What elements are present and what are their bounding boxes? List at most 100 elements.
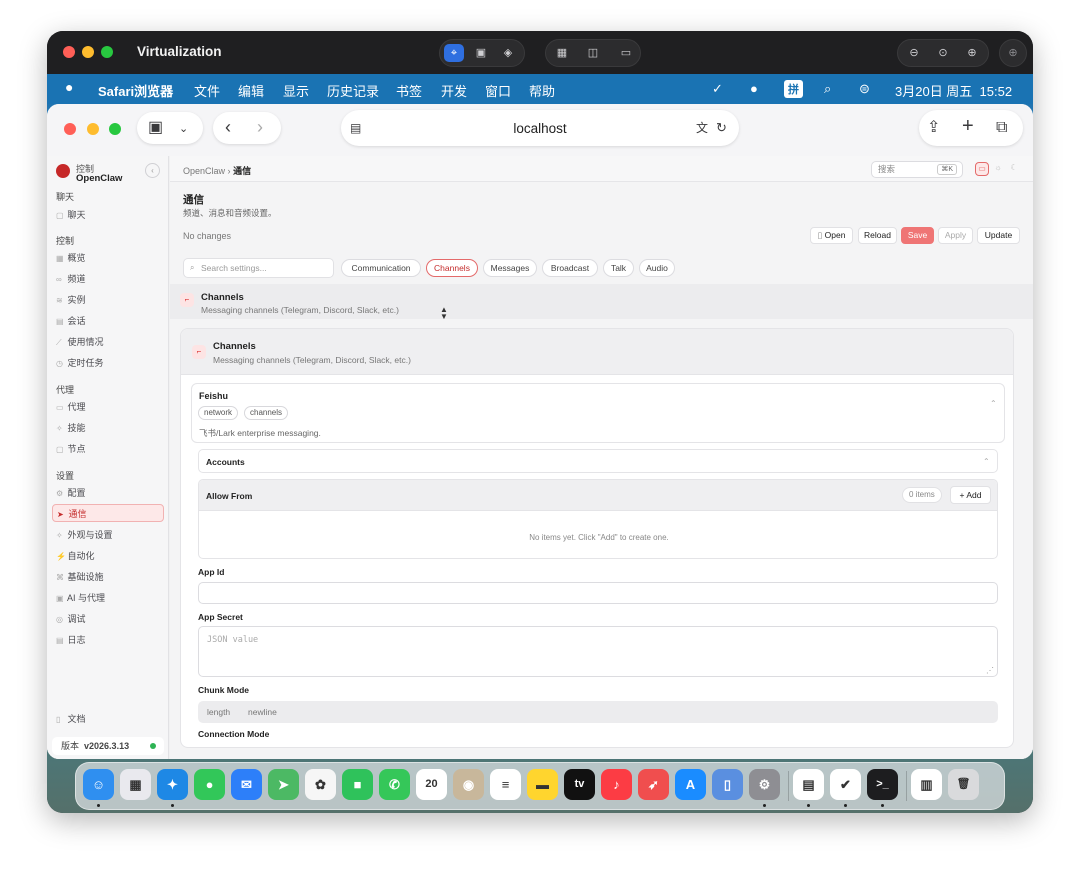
apply-button[interactable]: Apply	[938, 227, 973, 244]
update-button[interactable]: Update	[977, 227, 1020, 244]
app-secret-textarea[interactable]: JSON value ⋰	[198, 626, 998, 677]
input-method-icon[interactable]: 拼	[784, 80, 803, 98]
share-icon[interactable]: ⇪	[927, 120, 940, 136]
launchpad-icon[interactable]: ▦	[120, 769, 151, 800]
tabs-overview-icon[interactable]: ⧉	[996, 120, 1007, 136]
rocket-icon[interactable]: ➶	[638, 769, 669, 800]
zoom-out-icon[interactable]: ⊖	[904, 44, 924, 62]
address-bar[interactable]: ▤ localhost 文 ↻	[341, 110, 739, 146]
zoom-actual-icon[interactable]: ⊙	[933, 44, 953, 62]
sheet-icon[interactable]: ▤	[793, 769, 824, 800]
tab-broadcast[interactable]: Broadcast	[542, 259, 598, 277]
menu-bookmarks[interactable]: 书签	[396, 81, 422, 100]
theme-system-icon[interactable]: ▭	[975, 162, 989, 176]
minimize-button[interactable]	[82, 46, 94, 58]
sidebar-icon[interactable]: ▣	[148, 120, 163, 136]
clock-text[interactable]: 3月20日 周五 15:52	[895, 81, 1012, 100]
tv-icon[interactable]: tv	[564, 769, 595, 800]
menu-view[interactable]: 显示	[283, 81, 309, 100]
close-button[interactable]	[63, 46, 75, 58]
sidebar-item-skills[interactable]: ✧ 技能	[52, 419, 164, 437]
menu-window[interactable]: 窗口	[485, 81, 511, 100]
sidebar-item-instances[interactable]: ≋ 实例	[52, 291, 164, 309]
sidebar-item-communication[interactable]: ➤ 通信	[52, 504, 164, 522]
chunk-mode-length[interactable]: length	[207, 707, 230, 717]
preview-icon[interactable]: ▯	[712, 769, 743, 800]
grid-icon[interactable]: ▦	[552, 44, 572, 62]
phone-icon[interactable]: ✆	[379, 769, 410, 800]
resize-handle-icon[interactable]: ⋰	[986, 666, 994, 675]
sidebar-item-debug[interactable]: ◎ 调试	[52, 610, 164, 628]
chevron-up-icon[interactable]: ⌃	[983, 457, 990, 466]
menu-file[interactable]: 文件	[194, 81, 220, 100]
sidebar-item-ai[interactable]: ▣ AI 与代理	[52, 589, 164, 607]
menu-edit[interactable]: 编辑	[238, 81, 264, 100]
display-icon[interactable]: ▭	[616, 44, 636, 62]
reload-icon[interactable]: ↻	[716, 120, 727, 136]
sidebar-item-appearance[interactable]: ✧ 外观与设置	[52, 526, 164, 544]
sidebar-item-sessions[interactable]: ▤ 会话	[52, 312, 164, 330]
menu-history[interactable]: 历史记录	[327, 81, 379, 100]
zoom-button[interactable]	[101, 46, 113, 58]
trash-icon[interactable]: 🗑	[948, 769, 979, 800]
spotlight-icon[interactable]: ⌕	[824, 81, 831, 97]
app-id-field[interactable]	[198, 582, 998, 604]
tab-audio[interactable]: Audio	[639, 259, 675, 277]
contacts-icon[interactable]: ◉	[453, 769, 484, 800]
sidebar-item-infra[interactable]: ⌘ 基础设施	[52, 568, 164, 586]
accounts-section[interactable]: Accounts ⌃	[198, 449, 998, 473]
menu-develop[interactable]: 开发	[441, 81, 467, 100]
safari-close-button[interactable]	[64, 123, 76, 135]
tab-channels[interactable]: Channels	[426, 259, 478, 277]
music-icon[interactable]: ♪	[601, 769, 632, 800]
sidebar-item-channels[interactable]: ∞ 频道	[52, 270, 164, 288]
theme-light-icon[interactable]: ☼	[991, 162, 1005, 176]
new-tab-icon[interactable]: +	[962, 116, 974, 136]
sidebar-item-overview[interactable]: ▦ 概览	[52, 249, 164, 267]
add-item-button[interactable]: + Add	[950, 486, 991, 504]
messages-icon[interactable]: ●	[194, 769, 225, 800]
menu-help[interactable]: 帮助	[529, 81, 555, 100]
finder-icon[interactable]: ☺	[83, 769, 114, 800]
document-icon[interactable]: ▥	[911, 769, 942, 800]
sidebar-item-chat[interactable]: ▢ 聊天	[52, 206, 164, 224]
forward-icon[interactable]: ›	[257, 118, 263, 136]
sidebar-item-usage[interactable]: ⟋ 使用情况	[52, 333, 164, 351]
chunk-mode-newline[interactable]: newline	[248, 707, 277, 717]
sidebar-item-logs[interactable]: ▤ 日志	[52, 631, 164, 649]
reload-button[interactable]: Reload	[858, 227, 897, 244]
drag-handle-icon[interactable]: ▲ ▼	[440, 306, 448, 321]
breadcrumb-root[interactable]: OpenClaw	[183, 166, 225, 176]
split-view-icon[interactable]: ◫	[583, 44, 603, 62]
sidebar-item-config[interactable]: ⚙ 配置	[52, 484, 164, 502]
appstore-icon[interactable]: A	[675, 769, 706, 800]
settings-search-input[interactable]: ⌕ Search settings...	[183, 258, 334, 278]
zoom-in-icon[interactable]: ⊕	[962, 44, 982, 62]
safari-minimize-button[interactable]	[87, 123, 99, 135]
tab-messages[interactable]: Messages	[483, 259, 537, 277]
sidebar-item-agents[interactable]: ▭ 代理	[52, 398, 164, 416]
control-center-icon[interactable]: ⊜	[859, 81, 870, 97]
open-button[interactable]: ▯ Open	[810, 227, 853, 244]
apple-menu-icon[interactable]: ●	[65, 79, 73, 95]
sidebar-item-docs[interactable]: ▯ 文档	[52, 710, 164, 728]
theme-dark-icon[interactable]: ☾	[1007, 162, 1021, 176]
safari-icon[interactable]: ✦	[157, 769, 188, 800]
activity-icon[interactable]: ▣	[471, 44, 491, 62]
back-icon[interactable]: ‹	[225, 118, 231, 136]
mail-icon[interactable]: ✉	[231, 769, 262, 800]
bird-status-icon[interactable]: ✓	[712, 81, 723, 97]
feishu-channel[interactable]: Feishu network channels 飞书/Lark enterpri…	[191, 383, 1005, 443]
layers-icon[interactable]: ◈	[498, 44, 518, 62]
photos-icon[interactable]: ✿	[305, 769, 336, 800]
sidebar-item-nodes[interactable]: ▢ 节点	[52, 440, 164, 458]
terminal-icon[interactable]: >_	[867, 769, 898, 800]
calendar-icon[interactable]: 20	[416, 769, 447, 800]
maps-icon[interactable]: ➤	[268, 769, 299, 800]
settings-icon[interactable]: ⚙	[749, 769, 780, 800]
global-search-input[interactable]: 搜索 ⌘K	[871, 161, 963, 178]
facetime-icon[interactable]: ■	[342, 769, 373, 800]
menu-safari[interactable]: Safari浏览器	[98, 81, 173, 100]
zoom-fit-icon[interactable]: ⊕	[1003, 44, 1023, 62]
tab-communication[interactable]: Communication	[341, 259, 421, 277]
